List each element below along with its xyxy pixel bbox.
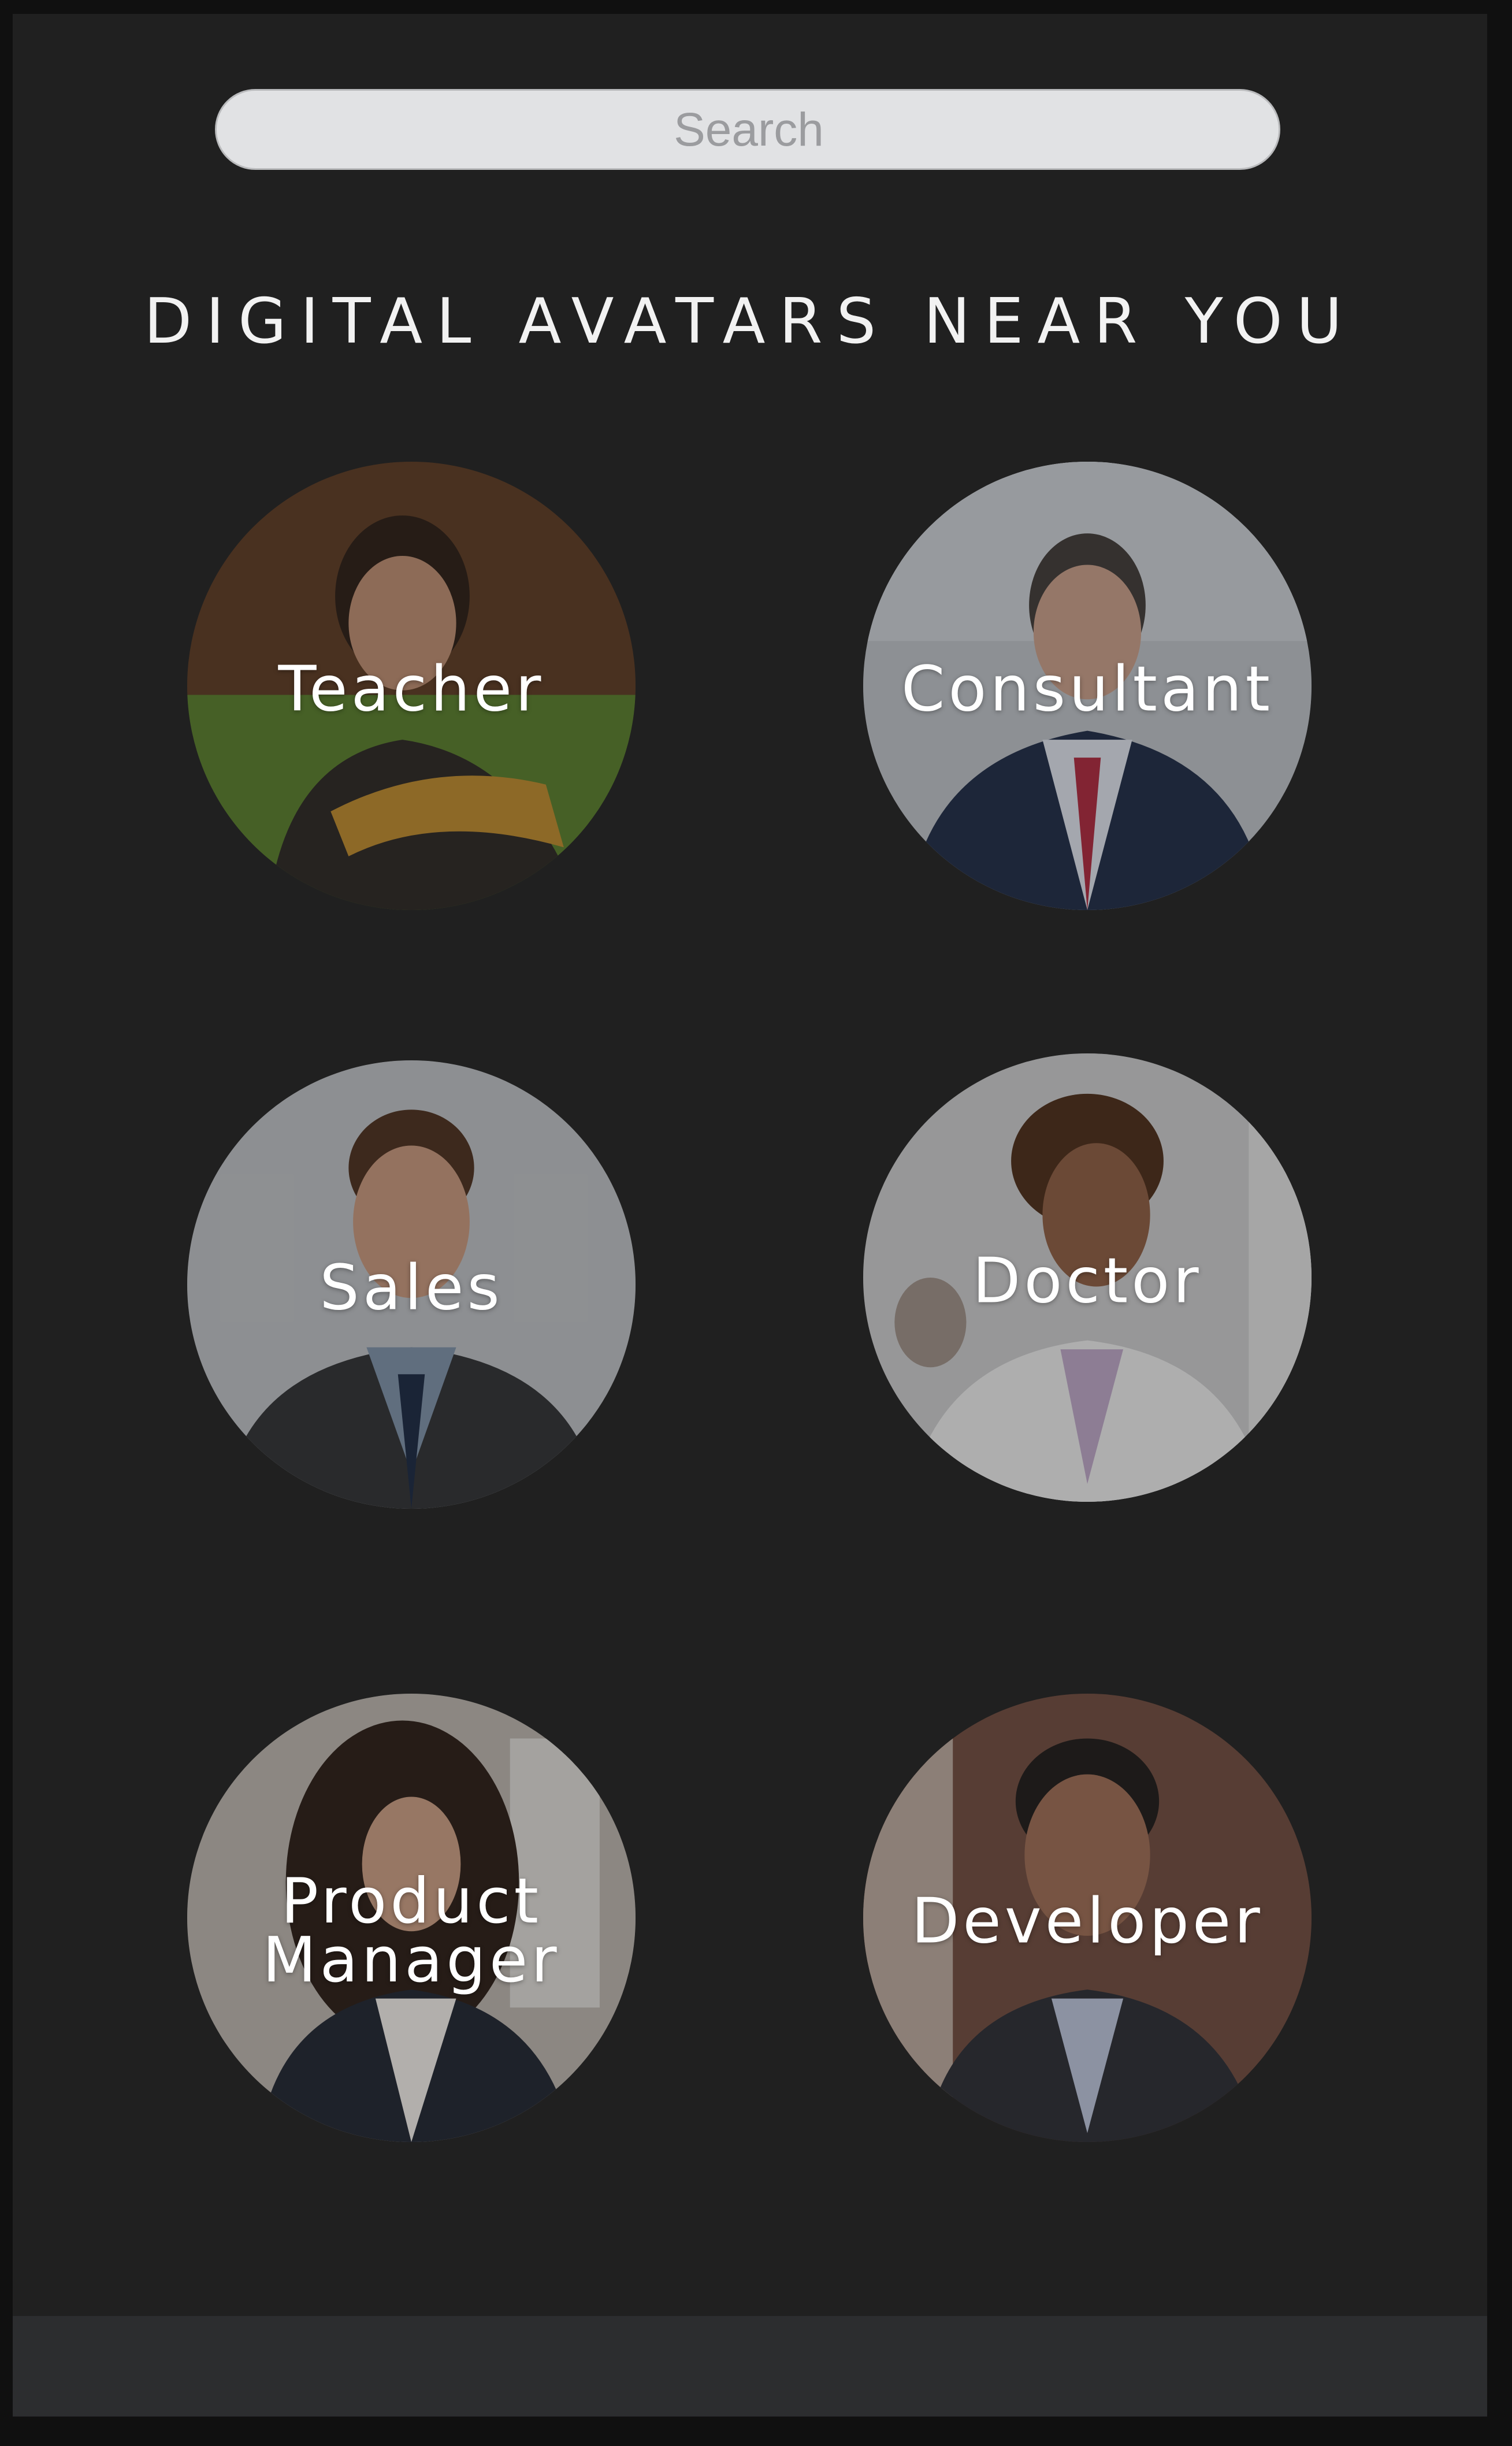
avatar-label: Teacher <box>278 653 545 726</box>
avatar-label: Doctor <box>972 1245 1202 1317</box>
avatar-label-line1: Product <box>280 1865 543 1938</box>
avatar-label: Sales <box>320 1252 503 1324</box>
search-bar[interactable] <box>215 89 1281 170</box>
search-input[interactable] <box>217 91 1281 169</box>
avatar-developer[interactable]: Developer <box>863 1694 1312 2142</box>
avatar-doctor[interactable]: Doctor <box>863 1053 1312 1502</box>
avatar-label: Developer <box>911 1885 1264 1958</box>
page-title: DIGITAL AVATARS NEAR YOU <box>144 285 1356 358</box>
bottom-bar <box>13 2316 1487 2417</box>
avatar-sales[interactable]: Sales <box>187 1060 636 1509</box>
avatar-label-line2: Manager <box>262 1924 560 1996</box>
avatar-teacher[interactable]: Teacher <box>187 462 636 910</box>
app-screen: DIGITAL AVATARS NEAR YOU Teacher Consult… <box>13 14 1487 2417</box>
avatar-product-manager[interactable]: Product Manager <box>187 1694 636 2142</box>
avatar-label: Consultant <box>901 653 1273 726</box>
avatar-label: Product Manager <box>187 1865 636 1996</box>
avatar-consultant[interactable]: Consultant <box>863 462 1312 910</box>
